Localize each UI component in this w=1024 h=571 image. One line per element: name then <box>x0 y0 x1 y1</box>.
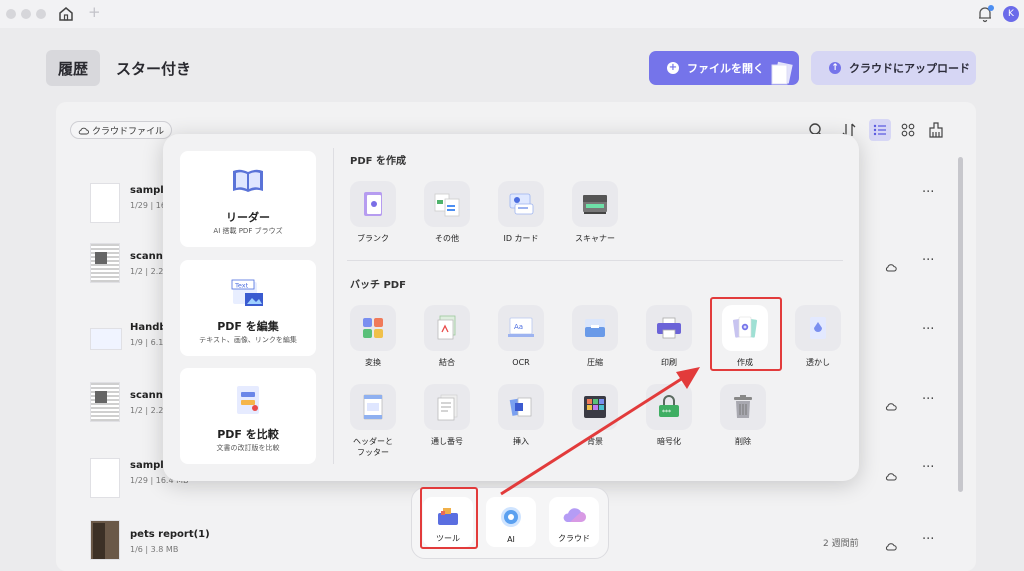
tutorial-arrow-icon <box>500 367 700 496</box>
